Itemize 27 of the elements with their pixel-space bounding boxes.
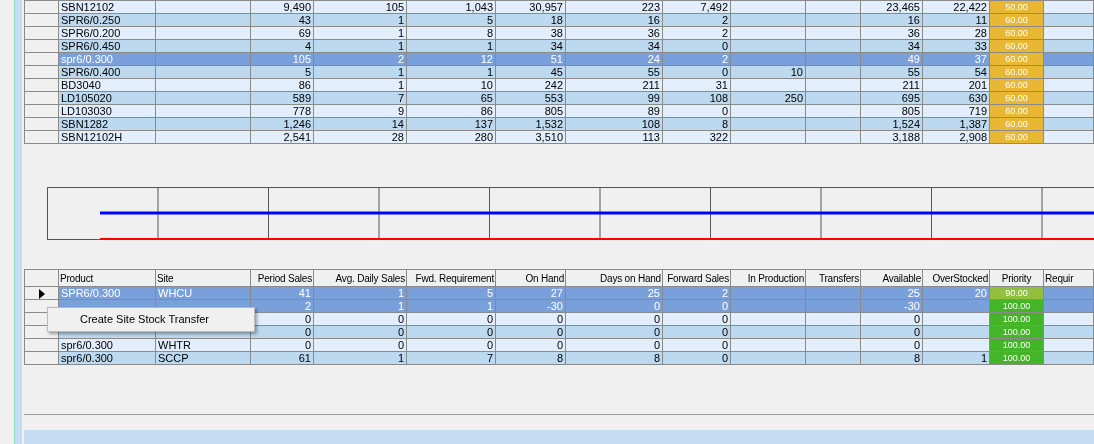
column-header[interactable]: Priority — [989, 269, 1044, 287]
column-header[interactable]: On Hand — [495, 269, 566, 287]
table-cell: 9,490 — [250, 0, 314, 14]
column-header[interactable]: Fwd. Requirement — [406, 269, 496, 287]
column-header[interactable]: Site — [155, 269, 251, 287]
table-cell: 23,465 — [860, 0, 923, 14]
column-header[interactable]: OverStocked — [922, 269, 990, 287]
column-header[interactable]: Requir — [1043, 269, 1094, 287]
column-header[interactable]: In Production — [730, 269, 806, 287]
column-header[interactable]: Available — [860, 269, 923, 287]
table-cell: 30,957 — [495, 0, 566, 14]
table-cell: SBN12102 — [58, 0, 156, 14]
column-header[interactable]: Days on Hand — [565, 269, 663, 287]
column-header[interactable]: Product — [58, 269, 156, 287]
column-header[interactable]: Transfers — [805, 269, 861, 287]
table-cell — [1043, 0, 1094, 14]
column-header[interactable]: Period Sales — [250, 269, 314, 287]
table-cell: 7,492 — [662, 0, 731, 14]
column-header[interactable]: Forward Sales — [662, 269, 731, 287]
table-cell: 223 — [565, 0, 663, 14]
table-cell: 1,043 — [406, 0, 496, 14]
table-cell — [805, 0, 861, 14]
table-cell: 105 — [313, 0, 407, 14]
table-cell: 50.00 — [989, 0, 1044, 14]
menu-item[interactable]: Create Site Stock Transfer — [50, 310, 252, 329]
table-cell: 22,422 — [922, 0, 990, 14]
column-header[interactable]: Avg. Daily Sales — [313, 269, 407, 287]
